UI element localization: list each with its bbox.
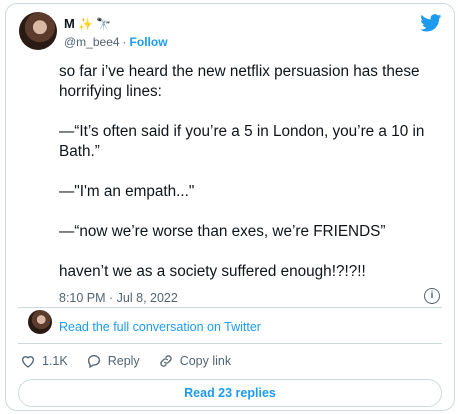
handle-separator: · [122,35,127,49]
tweet-card: M ✨ 🔭 @m_bee4 · Follow so far i’ve heard… [5,3,455,411]
copy-link-button[interactable]: Copy link [158,353,231,369]
handle-row: @m_bee4 · Follow [64,35,168,49]
reply-label: Reply [107,354,140,368]
like-count: 1.1K [42,354,68,368]
info-icon[interactable]: i [424,288,440,304]
divider [18,343,442,344]
display-name[interactable]: M ✨ 🔭 [64,16,112,31]
timestamp[interactable]: 8:10 PM · Jul 8, 2022 [59,291,178,305]
twitter-bird-icon[interactable] [420,14,442,32]
read-replies-button[interactable]: Read 23 replies [18,379,442,407]
tweet-line: —"I'm an empath..." [59,183,195,200]
sparkles-emoji: ✨ [78,16,94,31]
handle[interactable]: @m_bee4 [64,35,120,49]
tweet-text: so far i’ve heard the new netflix persua… [59,62,449,282]
tweet-line: haven’t we as a society suffered enough!… [59,263,366,280]
copy-link-label: Copy link [179,354,232,368]
divider [18,307,442,308]
display-name-text[interactable]: M [64,16,75,31]
tweet-line: —“now we’re worse than exes, we’re FRIEN… [59,223,386,240]
tweet-line: —“It’s often said if you’re a 5 in Londo… [59,123,425,160]
follow-button[interactable]: Follow [130,35,168,49]
conversation-link[interactable]: Read the full conversation on Twitter [59,320,261,334]
reply-button[interactable]: Reply [86,353,140,369]
action-bar: 1.1K Reply Copy link [20,353,249,369]
like-button[interactable]: 1.1K [20,353,68,369]
tweet-line: so far i’ve heard the new netflix persua… [59,63,420,100]
reply-icon [87,354,100,369]
avatar[interactable] [19,12,57,50]
link-icon [159,355,172,367]
telescope-emoji: 🔭 [96,16,112,31]
heart-icon [21,356,35,368]
conversation-avatar[interactable] [28,310,52,334]
